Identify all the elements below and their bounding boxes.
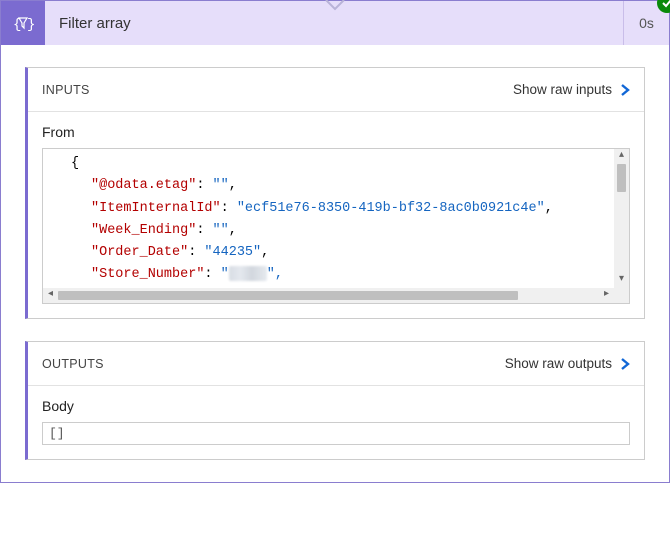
scroll-corner xyxy=(614,288,629,303)
scroll-thumb-vertical[interactable] xyxy=(617,164,626,192)
json-row: "Store_Number": "", xyxy=(59,264,619,286)
json-row: "Week_Ending": "", xyxy=(59,220,619,242)
inputs-panel-body: From { "@odata.etag": "", "ItemInternalI… xyxy=(28,112,644,318)
vertical-scrollbar[interactable] xyxy=(614,164,629,273)
filter-array-icon: { } xyxy=(1,1,45,45)
outputs-panel: OUTPUTS Show raw outputs Body [] xyxy=(25,341,645,460)
inputs-title: INPUTS xyxy=(42,83,90,97)
show-raw-inputs-link[interactable]: Show raw inputs xyxy=(513,82,632,97)
action-card: { } Filter array 0s INPUTS Show raw inpu… xyxy=(0,0,670,483)
redacted-icon xyxy=(229,266,267,281)
outputs-panel-header: OUTPUTS Show raw outputs xyxy=(28,342,644,386)
body-value: [] xyxy=(49,426,65,441)
inputs-panel-header: INPUTS Show raw inputs xyxy=(28,68,644,112)
scroll-left-button[interactable]: ◂ xyxy=(43,288,58,303)
outputs-title: OUTPUTS xyxy=(42,357,104,371)
show-raw-outputs-link[interactable]: Show raw outputs xyxy=(505,356,632,371)
json-row: "@odata.etag": "", xyxy=(59,175,619,197)
scroll-right-button[interactable]: ▸ xyxy=(599,288,614,303)
chevron-right-icon xyxy=(618,83,632,97)
svg-text:}: } xyxy=(27,17,34,33)
show-raw-inputs-label: Show raw inputs xyxy=(513,82,612,97)
show-raw-outputs-label: Show raw outputs xyxy=(505,356,612,371)
scroll-up-button[interactable]: ▴ xyxy=(614,149,629,164)
from-value-box: { "@odata.etag": "", "ItemInternalId": "… xyxy=(42,148,630,304)
inputs-panel: INPUTS Show raw inputs From { "@odata.et… xyxy=(25,67,645,319)
json-row: "Order_Date": "44235", xyxy=(59,242,619,264)
from-label: From xyxy=(42,124,630,140)
json-brace: { xyxy=(71,156,79,171)
flow-arrow-in-icon xyxy=(324,0,346,14)
scroll-down-button[interactable]: ▾ xyxy=(614,273,629,288)
body-value-box[interactable]: [] xyxy=(42,422,630,445)
scroll-thumb-horizontal[interactable] xyxy=(58,291,518,300)
card-body: INPUTS Show raw inputs From { "@odata.et… xyxy=(1,45,669,482)
chevron-right-icon xyxy=(618,357,632,371)
json-row: "ItemInternalId": "ecf51e76-8350-419b-bf… xyxy=(59,198,619,220)
outputs-panel-body: Body [] xyxy=(28,386,644,459)
body-label: Body xyxy=(42,398,630,414)
from-value-content[interactable]: { "@odata.etag": "", "ItemInternalId": "… xyxy=(43,149,629,303)
horizontal-scrollbar[interactable] xyxy=(58,288,599,303)
